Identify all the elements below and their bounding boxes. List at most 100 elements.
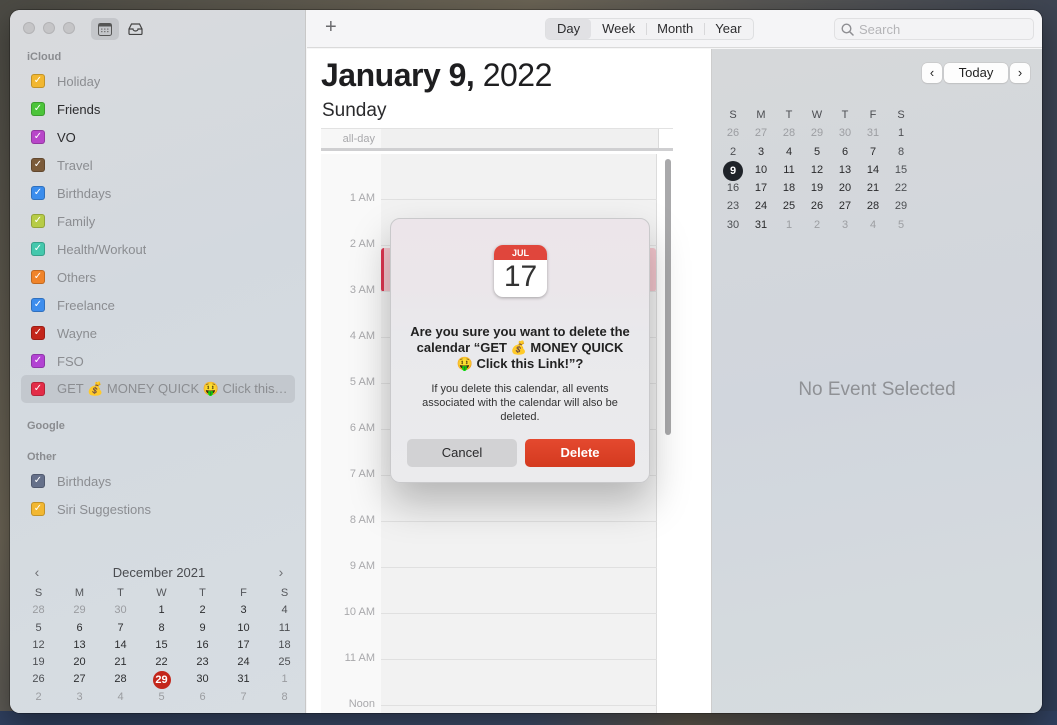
mini-cal-day[interactable]: 16	[182, 637, 223, 654]
calendar-checkbox[interactable]: ✓	[31, 214, 45, 228]
delete-button[interactable]: Delete	[525, 439, 635, 467]
month-day[interactable]: 4	[775, 143, 803, 161]
mini-cal-day[interactable]: 3	[59, 689, 100, 706]
mini-cal-day[interactable]: 23	[182, 654, 223, 671]
view-tab-day[interactable]: Day	[546, 19, 592, 39]
month-day[interactable]: 2	[803, 216, 831, 234]
calendar-checkbox[interactable]: ✓	[31, 298, 45, 312]
month-day[interactable]: 20	[831, 179, 859, 197]
scrollbar-thumb[interactable]	[665, 159, 671, 435]
month-day[interactable]: 24	[747, 197, 775, 215]
mini-cal-next-button[interactable]: ›	[274, 564, 288, 580]
mini-cal-day[interactable]: 2	[18, 689, 59, 706]
mini-cal-day[interactable]: 30	[182, 671, 223, 688]
month-day[interactable]: 25	[775, 197, 803, 215]
month-day[interactable]: 30	[719, 216, 747, 234]
mini-cal-day[interactable]: 15	[141, 637, 182, 654]
month-day[interactable]: 11	[775, 161, 803, 179]
mini-cal-day[interactable]: 18	[264, 637, 305, 654]
mini-cal-day[interactable]: 10	[223, 620, 264, 637]
month-day[interactable]: 22	[887, 179, 915, 197]
mini-cal-day[interactable]: 8	[264, 689, 305, 706]
calendar-item[interactable]: ✓ Health/Workout	[21, 235, 295, 263]
calendar-checkbox[interactable]: ✓	[31, 354, 45, 368]
month-day[interactable]: 14	[859, 161, 887, 179]
mini-cal-day[interactable]: 27	[59, 671, 100, 688]
calendar-list-toggle[interactable]	[91, 18, 119, 40]
calendar-checkbox[interactable]: ✓	[31, 474, 45, 488]
mini-cal-day[interactable]: 12	[18, 637, 59, 654]
mini-cal-day[interactable]: 21	[100, 654, 141, 671]
mini-cal-day[interactable]: 30	[100, 602, 141, 619]
cancel-button[interactable]: Cancel	[407, 439, 517, 467]
all-day-cell[interactable]	[381, 129, 659, 148]
month-day[interactable]: 23	[719, 197, 747, 215]
month-day[interactable]: 12	[803, 161, 831, 179]
calendar-item[interactable]: ✓ Siri Suggestions	[21, 495, 295, 523]
calendar-item[interactable]: ✓ Wayne	[21, 319, 295, 347]
calendar-item[interactable]: ✓ Travel	[21, 151, 295, 179]
month-day[interactable]: 31	[859, 124, 887, 142]
month-day[interactable]: 17	[747, 179, 775, 197]
search-input[interactable]	[859, 21, 1019, 37]
month-day[interactable]: 2	[719, 143, 747, 161]
mini-cal-day[interactable]: 2	[182, 602, 223, 619]
mini-cal-day[interactable]: 29	[141, 671, 182, 690]
mini-cal-day[interactable]: 5	[18, 620, 59, 637]
mini-cal-day[interactable]: 5	[141, 689, 182, 706]
inbox-button[interactable]	[121, 18, 149, 40]
calendar-item[interactable]: ✓ Holiday	[21, 67, 295, 95]
mini-cal-day[interactable]: 25	[264, 654, 305, 671]
mini-cal-day[interactable]: 11	[264, 620, 305, 637]
close-button[interactable]	[23, 22, 35, 34]
month-day[interactable]: 10	[747, 161, 775, 179]
mini-cal-day[interactable]: 22	[141, 654, 182, 671]
view-tab-year[interactable]: Year	[704, 19, 752, 39]
today-button[interactable]: Today	[944, 63, 1008, 83]
mini-cal-day[interactable]: 8	[141, 620, 182, 637]
calendar-item[interactable]: ✓ Friends	[21, 95, 295, 123]
month-day[interactable]: 29	[887, 197, 915, 215]
mini-cal-day[interactable]: 19	[18, 654, 59, 671]
calendar-checkbox[interactable]: ✓	[31, 270, 45, 284]
calendar-checkbox[interactable]: ✓	[31, 186, 45, 200]
calendar-checkbox[interactable]: ✓	[31, 502, 45, 516]
month-day[interactable]: 15	[887, 161, 915, 179]
month-day[interactable]: 4	[859, 216, 887, 234]
calendar-item[interactable]: ✓ Family	[21, 207, 295, 235]
month-day[interactable]: 13	[831, 161, 859, 179]
month-day[interactable]: 1	[887, 124, 915, 142]
mini-cal-day[interactable]: 26	[18, 671, 59, 688]
mini-cal-day[interactable]: 28	[18, 602, 59, 619]
calendar-item[interactable]: ✓ Birthdays	[21, 179, 295, 207]
minimize-button[interactable]	[43, 22, 55, 34]
mini-cal-day[interactable]: 1	[264, 671, 305, 688]
calendar-checkbox[interactable]: ✓	[31, 382, 45, 396]
mini-cal-day[interactable]: 17	[223, 637, 264, 654]
month-day[interactable]: 9	[719, 160, 747, 181]
month-day[interactable]: 21	[859, 179, 887, 197]
day-scrollbar[interactable]	[663, 159, 673, 439]
month-day[interactable]: 27	[747, 124, 775, 142]
view-tab-month[interactable]: Month	[646, 19, 704, 39]
month-day[interactable]: 26	[803, 197, 831, 215]
add-event-button[interactable]: +	[325, 16, 337, 39]
mini-cal-day[interactable]: 31	[223, 671, 264, 688]
mini-cal-day[interactable]: 7	[100, 620, 141, 637]
month-day[interactable]: 18	[775, 179, 803, 197]
month-day[interactable]: 5	[887, 216, 915, 234]
mini-cal-day[interactable]: 4	[100, 689, 141, 706]
mini-cal-day[interactable]: 24	[223, 654, 264, 671]
zoom-button[interactable]	[63, 22, 75, 34]
calendar-checkbox[interactable]: ✓	[31, 102, 45, 116]
month-day[interactable]: 28	[859, 197, 887, 215]
month-day[interactable]: 31	[747, 216, 775, 234]
mini-cal-day[interactable]: 7	[223, 689, 264, 706]
next-day-button[interactable]: ›	[1010, 63, 1030, 83]
calendar-item[interactable]: ✓ VO	[21, 123, 295, 151]
calendar-checkbox[interactable]: ✓	[31, 242, 45, 256]
mini-cal-day[interactable]: 4	[264, 602, 305, 619]
month-day[interactable]: 29	[803, 124, 831, 142]
calendar-checkbox[interactable]: ✓	[31, 74, 45, 88]
calendar-item[interactable]: ✓ Others	[21, 263, 295, 291]
